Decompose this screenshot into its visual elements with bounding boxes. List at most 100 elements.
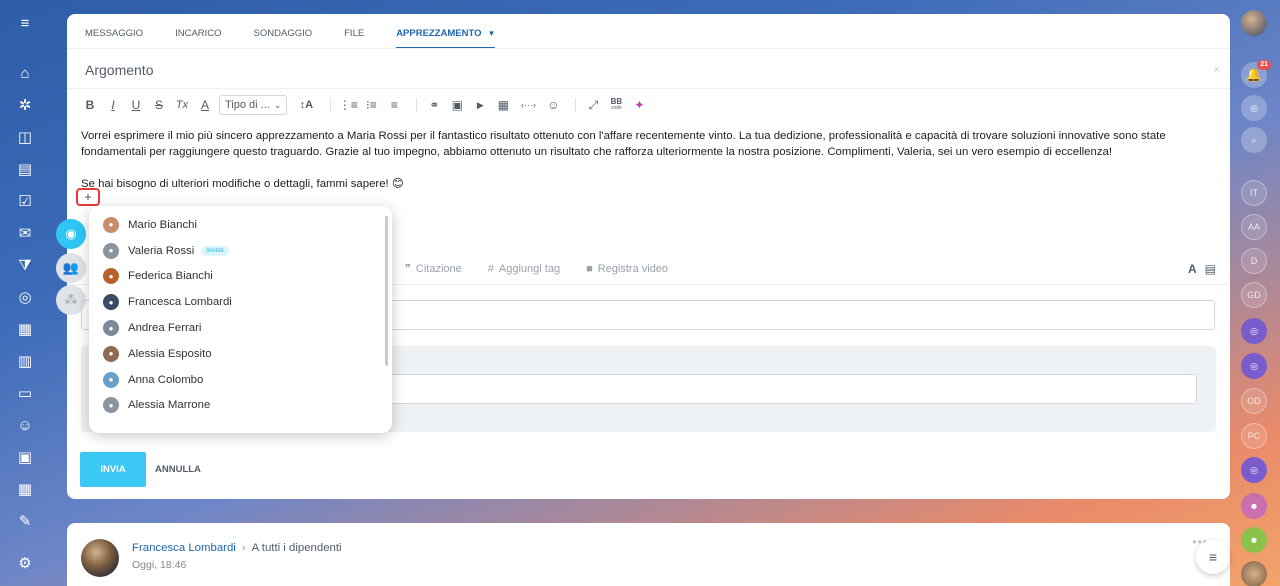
add-tag-button[interactable]: # Aggiungi tag xyxy=(488,262,560,275)
contact-pc[interactable]: PC xyxy=(1241,423,1267,449)
mention-icon[interactable]: ◉ xyxy=(56,219,86,249)
channel-icon[interactable]: ◎ xyxy=(1241,353,1267,379)
contact-gd[interactable]: GD xyxy=(1241,282,1267,308)
unordered-list-icon[interactable]: ⁝≡ xyxy=(362,95,380,115)
edit-icon[interactable]: ✎ xyxy=(10,506,40,536)
divider xyxy=(67,48,1230,49)
author-avatar[interactable] xyxy=(81,539,119,577)
tab-sondaggio[interactable]: SONDAGGIO xyxy=(254,28,313,39)
group-icon[interactable]: ☺ xyxy=(10,410,40,440)
tab-incarico[interactable]: INCARICO xyxy=(175,28,221,39)
tab-apprezzamento[interactable]: APPREZZAMENTO ▼ xyxy=(396,28,496,49)
mention-item[interactable]: ● Alessia Esposito xyxy=(89,341,392,367)
invited-badge: Invitati xyxy=(201,245,229,256)
font-size-icon[interactable]: ↕A xyxy=(295,95,317,115)
clear-format-icon[interactable]: Tx xyxy=(173,95,191,115)
extra-actions: ❞ Citazione # Aggiungi tag ■ Registra video xyxy=(405,262,668,276)
menu-icon[interactable]: ≡ xyxy=(1196,540,1230,574)
tasks-icon[interactable]: ☑ xyxy=(10,186,40,216)
group-avatar[interactable]: ☻ xyxy=(1241,527,1267,553)
contact-aa[interactable]: AA xyxy=(1241,214,1267,240)
cancel-button[interactable]: ANNULLA xyxy=(155,452,201,487)
sparkle-icon[interactable]: ✲ xyxy=(10,90,40,120)
mention-item[interactable]: ● Valeria Rossi Invitati xyxy=(89,238,392,264)
camera-icon: ■ xyxy=(586,262,593,275)
copilot-image-icon[interactable]: ✦ xyxy=(630,95,648,115)
quote-button[interactable]: ❞ Citazione xyxy=(405,262,462,276)
mention-name: Valeria Rossi xyxy=(128,244,195,257)
strikethrough-icon[interactable]: S xyxy=(150,95,168,115)
code-icon[interactable]: ‹···› xyxy=(517,95,539,115)
chat-icon[interactable]: ◫ xyxy=(10,122,40,152)
italic-icon[interactable]: I xyxy=(104,95,122,115)
menu-icon[interactable]: ≡ xyxy=(10,8,40,38)
home-icon[interactable]: ⌂ xyxy=(10,58,40,88)
align-icon[interactable]: ≡ xyxy=(385,95,403,115)
fullscreen-icon[interactable]: ⤢ xyxy=(584,95,602,115)
notifications-badge: 21 xyxy=(1257,60,1271,70)
font-family-select[interactable]: Tipo di ... ⌄ xyxy=(219,95,288,115)
settings-icon[interactable]: ⚙ xyxy=(10,548,40,578)
text-format-icon[interactable]: A xyxy=(1188,262,1197,276)
tab-messaggio[interactable]: MESSAGGIO xyxy=(85,28,143,39)
scrollbar[interactable] xyxy=(385,216,388,366)
user-avatar-icon: ● xyxy=(103,345,119,362)
ordered-list-icon[interactable]: ⋮≡ xyxy=(339,95,358,115)
image-icon[interactable]: ▣ xyxy=(448,95,466,115)
caret-down-icon: ▼ xyxy=(487,29,496,38)
table-icon[interactable]: ▦ xyxy=(494,95,512,115)
search-icon[interactable]: ⌕ xyxy=(1241,127,1267,153)
subject-input[interactable]: Argomento xyxy=(85,62,153,78)
bbcode-sublabel: code xyxy=(610,105,622,111)
toolbar-separator xyxy=(416,98,418,112)
mail-icon[interactable]: ✉ xyxy=(10,218,40,248)
channel-icon[interactable]: ◎ xyxy=(1241,318,1267,344)
target-icon[interactable]: ◎ xyxy=(10,282,40,312)
schedule-icon[interactable]: ▦ xyxy=(10,474,40,504)
presentation-icon[interactable]: ▣ xyxy=(10,442,40,472)
drive-icon[interactable]: ▭ xyxy=(10,378,40,408)
author-name[interactable]: Francesca Lombardi xyxy=(132,542,236,554)
record-video-button[interactable]: ■ Registra video xyxy=(586,262,668,275)
bold-icon[interactable]: B xyxy=(81,95,99,115)
mention-item[interactable]: ● Andrea Ferrari xyxy=(89,315,392,341)
feed-icon[interactable]: ▤ xyxy=(10,154,40,184)
emoji-icon[interactable]: ☺ xyxy=(544,95,562,115)
quote-icon: ❞ xyxy=(405,263,411,275)
post-destination[interactable]: A tutti i dipendenti xyxy=(252,542,342,554)
link-icon[interactable]: ⚭ xyxy=(425,95,443,115)
editor-paragraph: Vorrei esprimere il mio più sincero appr… xyxy=(81,130,1166,158)
user-avatar[interactable] xyxy=(1241,10,1267,36)
mention-item[interactable]: ● Mario Bianchi xyxy=(89,212,392,238)
notifications-icon[interactable]: 🔔 21 xyxy=(1241,60,1271,88)
message-editor[interactable]: Vorrei esprimere il mio più sincero appr… xyxy=(81,128,1201,208)
font-color-icon[interactable]: A xyxy=(196,95,214,115)
channel-icon[interactable]: ◎ xyxy=(1241,457,1267,483)
copilot-icon[interactable]: ◎ xyxy=(1241,95,1267,121)
tab-file[interactable]: FILE xyxy=(344,28,364,39)
mention-add-button[interactable]: + xyxy=(76,188,100,206)
editor-paragraph: Se hai bisogno di ulteriori modifiche o … xyxy=(81,178,404,190)
mention-item[interactable]: ● Francesca Lombardi xyxy=(89,289,392,315)
users-icon[interactable]: 👥 xyxy=(56,253,86,283)
bbcode-icon[interactable]: BB code xyxy=(607,95,625,115)
mention-item[interactable]: ● Alessia Marrone xyxy=(89,393,392,419)
user-avatar[interactable] xyxy=(1241,561,1267,586)
mention-list: ● Mario Bianchi ● Valeria Rossi Invitati ● Fed… xyxy=(89,212,392,418)
mention-item[interactable]: ● Anna Colombo xyxy=(89,367,392,393)
video-icon[interactable]: ▶ xyxy=(471,95,489,115)
panel-icon[interactable]: ▤ xyxy=(1205,262,1216,276)
send-button[interactable]: INVIA xyxy=(80,452,146,487)
contact-it[interactable]: IT xyxy=(1241,180,1267,206)
group-avatar[interactable]: ☻ xyxy=(1241,493,1267,519)
document-icon[interactable]: ▥ xyxy=(10,346,40,376)
filter-icon[interactable]: ⧩ xyxy=(10,250,40,280)
editor-view-actions: A ▤ xyxy=(1188,262,1216,276)
contact-od[interactable]: OD xyxy=(1241,388,1267,414)
underline-icon[interactable]: U xyxy=(127,95,145,115)
mention-item[interactable]: ● Federica Bianchi xyxy=(89,264,392,290)
contact-d[interactable]: D xyxy=(1241,248,1267,274)
calendar-icon[interactable]: ▦ xyxy=(10,314,40,344)
close-icon[interactable]: × xyxy=(1214,64,1220,76)
appreciation-input[interactable] xyxy=(361,374,1197,404)
